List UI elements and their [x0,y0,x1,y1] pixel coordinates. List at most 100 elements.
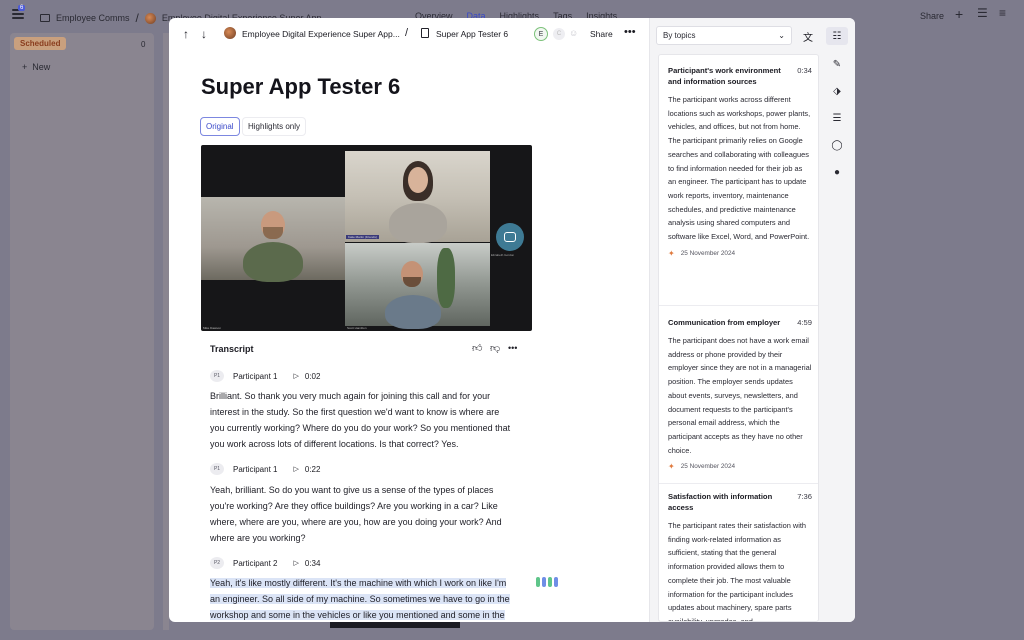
tag-icon[interactable]: ⬗ [826,82,848,100]
modal-breadcrumb-project[interactable]: Employee Digital Experience Super App... [242,29,400,39]
thumbs-down-icon[interactable]: 👎︎ [490,342,500,354]
background-column [10,33,154,630]
topic-date: 25 November 2024 [680,249,736,257]
video-name-label: Scott Hamilton [347,326,367,330]
play-icon[interactable]: ▷ [293,465,298,473]
chevron-down-icon: ⌄ [778,31,785,40]
speaker-name: Participant 1 [233,371,278,381]
video-player[interactable]: Katie Martin (Friends) Elizabeth Gordon … [201,145,532,331]
speaker-name: Participant 2 [233,558,278,568]
topics-list: Participant's work environment and infor… [658,54,819,622]
comment-icon[interactable]: ◯ [826,136,848,154]
video-tile [345,243,490,329]
video-name-label: Mike Dawson [203,326,222,330]
speaker-name: Participant 1 [233,464,278,474]
project-logo-icon [144,12,156,24]
transcript-line: an engineer. So all side of my machine. … [210,594,510,604]
toggle-highlights-only[interactable]: Highlights only [242,117,307,136]
notification-badge: 6 [18,5,26,11]
modal-main: ↑ ↓ Employee Digital Experience Super Ap… [169,18,649,622]
transcript-line: you're working? Are they office building… [210,501,498,511]
play-icon[interactable]: ▷ [293,372,298,380]
camera-off-avatar [496,223,524,251]
add-icon[interactable]: + [955,6,963,22]
topic-card[interactable]: Satisfaction with information access 7:3… [668,491,812,622]
topic-summary: The participant works across different l… [668,95,811,242]
transcript-line: you currently working? Where do you do y… [210,423,511,433]
more-options-icon[interactable]: ••• [508,343,517,353]
topic-title: Participant's work environment and infor… [668,66,781,86]
highlight-marker [554,577,558,587]
highlighter-icon[interactable]: ✎ [826,55,848,73]
highlight-markers[interactable] [536,577,558,587]
transcript-line: Brilliant. So thank you very much again … [210,391,491,401]
background-strip [330,622,460,628]
video-tile: Katie Martin (Friends) [345,151,490,243]
transcript-speaker: P1 Participant 1 ▷ 0:22 [210,462,320,476]
avatar-secondary[interactable]: C [553,28,565,40]
background-share-button[interactable]: Share [920,11,944,21]
document-icon [421,28,429,38]
play-icon[interactable]: ▷ [293,559,298,567]
transcript-line: Yeah, it's like mostly different. It's t… [210,578,507,588]
arrow-down-icon[interactable]: ↓ [201,27,207,41]
list-icon[interactable]: ≡ [999,6,1006,20]
video-tile [201,197,345,282]
highlight-marker [548,577,552,587]
filter-icon[interactable]: ☰ [977,6,988,20]
toggle-original[interactable]: Original [200,117,240,136]
participant-badge: P1 [210,370,224,382]
user-circle-icon[interactable]: ● [826,163,848,181]
arrow-up-icon[interactable]: ↑ [183,27,189,41]
divider [659,483,818,484]
timestamp[interactable]: 0:02 [305,372,321,381]
new-item-button[interactable]: + New [22,62,50,72]
participant-badge: P2 [210,557,224,569]
stack-icon[interactable]: ☰ [826,109,848,127]
person-icon: ☺ [569,28,579,38]
ai-sparkle-icon: ✦ [668,462,675,472]
breadcrumb-workspace[interactable]: Employee Comms [56,13,130,23]
topics-list-icon[interactable]: ☷ [826,27,848,45]
page-title: Super App Tester 6 [201,74,401,99]
modal-breadcrumb-doc[interactable]: Super App Tester 6 [436,29,508,39]
topic-timestamp[interactable]: 7:36 [797,491,812,513]
plus-icon: + [22,62,28,72]
thumbs-up-icon[interactable]: 👍︎ [472,342,482,354]
transcript-paragraph[interactable]: Yeah, brilliant. So do you want to give … [210,482,524,546]
topic-timestamp[interactable]: 0:34 [797,65,812,87]
topic-card[interactable]: Communication from employer 4:59 The par… [668,317,812,471]
ai-sparkle-icon: ✦ [668,248,675,258]
new-label: New [32,62,51,72]
timestamp[interactable]: 0:34 [305,559,321,568]
avatar[interactable]: E [534,27,548,41]
topics-select[interactable]: By topics ⌄ [656,26,792,45]
divider [659,305,818,306]
video-name-label: Elizabeth Gordon [491,253,515,257]
highlight-marker [536,577,540,587]
more-options-icon[interactable]: ••• [624,26,636,38]
transcript-paragraph[interactable]: Brilliant. So thank you very much again … [210,388,524,452]
video-name-label: Katie Martin (Friends) [346,235,379,239]
highlight-marker [542,577,546,587]
transcript-speaker: P1 Participant 1 ▷ 0:02 [210,369,320,383]
participant-badge: P1 [210,463,224,475]
transcript-line: Yeah, brilliant. So do you want to give … [210,485,494,495]
modal-toolbar: ↑ ↓ Employee Digital Experience Super Ap… [169,18,649,50]
breadcrumb-separator: / [405,27,409,39]
transcript-speaker: P2 Participant 2 ▷ 0:34 [210,556,320,570]
timestamp[interactable]: 0:22 [305,465,321,474]
transcript-line: where are you working? [210,533,306,543]
topic-card[interactable]: Participant's work environment and infor… [668,65,812,258]
transcript-line: workshop and some in the vehicles or lik… [210,610,505,620]
translate-icon[interactable]: 文 [803,29,813,44]
project-logo-icon [224,27,236,39]
column-label-scheduled: Scheduled [14,37,67,50]
topic-summary: The participant rates their satisfaction… [668,521,807,622]
topic-title: Satisfaction with information access [668,492,773,512]
topic-timestamp[interactable]: 4:59 [797,317,812,328]
transcript-paragraph-highlighted[interactable]: Yeah, it's like mostly different. It's t… [210,575,524,622]
user-icon [504,232,516,242]
transcript-line: interest in the study. So the first ques… [210,407,500,417]
share-button[interactable]: Share [590,29,613,39]
